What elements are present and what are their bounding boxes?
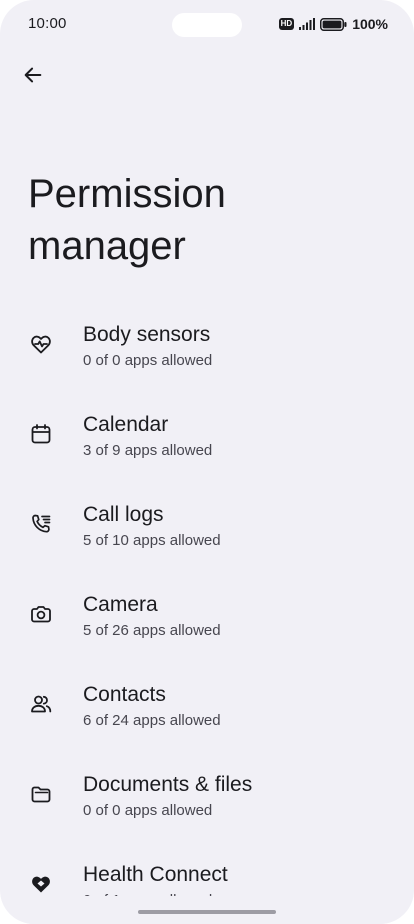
permission-label: Body sensors [83,323,211,346]
permission-item-calendar[interactable]: Calendar 3 of 9 apps allowed [0,402,414,492]
back-button[interactable] [18,60,48,90]
permission-item-camera[interactable]: Camera 5 of 26 apps allowed [0,582,414,672]
permission-summary: 5 of 26 apps allowed [83,622,221,639]
home-indicator[interactable] [138,910,276,914]
camera-icon [29,602,53,626]
permission-label: Calendar [83,413,169,436]
permission-label: Health Connect [83,863,228,886]
heart-pulse-icon [29,332,53,356]
permission-label: Contacts [83,683,166,706]
permission-summary: 6 of 24 apps allowed [83,712,221,729]
permission-summary: 0 of 0 apps allowed [83,802,213,819]
call-log-icon [29,512,53,536]
calendar-icon [29,422,53,446]
page-title: Permission manager [28,172,226,268]
folder-icon [29,782,53,806]
battery-icon [320,17,347,31]
battery-percent: 100% [352,16,388,32]
phone-screen: 10:00 HD 100% Permission manager Body se… [0,0,414,924]
permission-label: Call logs [83,503,164,526]
arrow-back-icon [22,64,44,86]
permission-item-call-logs[interactable]: Call logs 5 of 10 apps allowed [0,492,414,582]
permission-summary: 5 of 10 apps allowed [83,532,221,549]
permission-list: Body sensors 0 of 0 apps allowed Calenda… [0,312,414,924]
permission-item-documents-files[interactable]: Documents & files 0 of 0 apps allowed [0,762,414,852]
camera-cutout [172,13,242,37]
status-time: 10:00 [28,15,67,32]
permission-summary: 3 of 9 apps allowed [83,442,213,459]
status-icons: HD 100% [278,15,388,33]
permission-label: Documents & files [83,773,253,796]
permission-item-contacts[interactable]: Contacts 6 of 24 apps allowed [0,672,414,762]
contacts-icon [29,692,53,716]
status-bar: 10:00 HD 100% [0,0,414,50]
health-connect-icon [29,872,53,896]
hd-icon: HD [278,18,295,30]
permission-label: Camera [83,593,158,616]
permission-item-body-sensors[interactable]: Body sensors 0 of 0 apps allowed [0,312,414,402]
signal-icon [299,18,316,30]
permission-summary: 0 of 0 apps allowed [83,352,213,369]
